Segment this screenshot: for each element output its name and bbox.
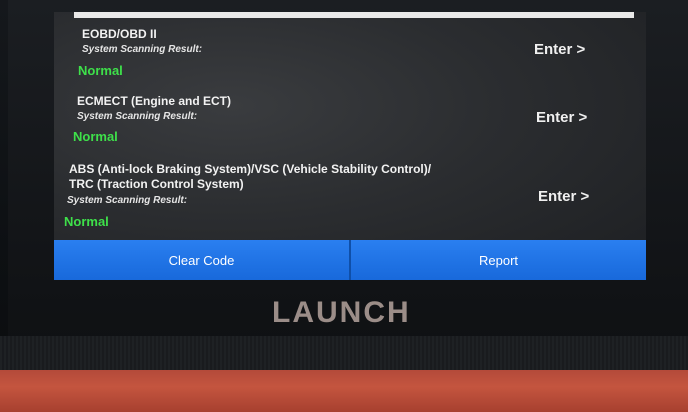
report-button[interactable]: Report (351, 240, 646, 280)
table-surface (0, 370, 688, 412)
system-name: ECMECT (Engine and ECT) (77, 94, 231, 108)
enter-button-ecmect[interactable]: Enter > (536, 109, 587, 126)
device-bottom-edge (0, 336, 688, 372)
enter-button-eobd[interactable]: Enter > (534, 41, 585, 58)
scan-result-label: System Scanning Result: (67, 195, 188, 206)
system-name-line1: ABS (Anti-lock Braking System)/VSC (Vehi… (69, 162, 432, 176)
system-name: EOBD/OBD II (82, 27, 157, 41)
status-normal: Normal (78, 63, 123, 78)
device-screen: EOBD/OBD II System Scanning Result: Norm… (54, 12, 646, 280)
enter-button-abs[interactable]: Enter > (538, 188, 589, 205)
clear-code-button[interactable]: Clear Code (54, 240, 349, 280)
status-normal: Normal (64, 214, 109, 229)
launch-logo: LAUNCH (272, 296, 411, 329)
scan-result-label: System Scanning Result: (77, 111, 198, 122)
scan-result-label: System Scanning Result: (82, 44, 203, 55)
screen-top-strip (74, 12, 634, 18)
system-name-line2: TRC (Traction Control System) (69, 177, 244, 191)
bottom-action-bar: Clear Code Report (54, 240, 646, 280)
status-normal: Normal (73, 129, 118, 144)
